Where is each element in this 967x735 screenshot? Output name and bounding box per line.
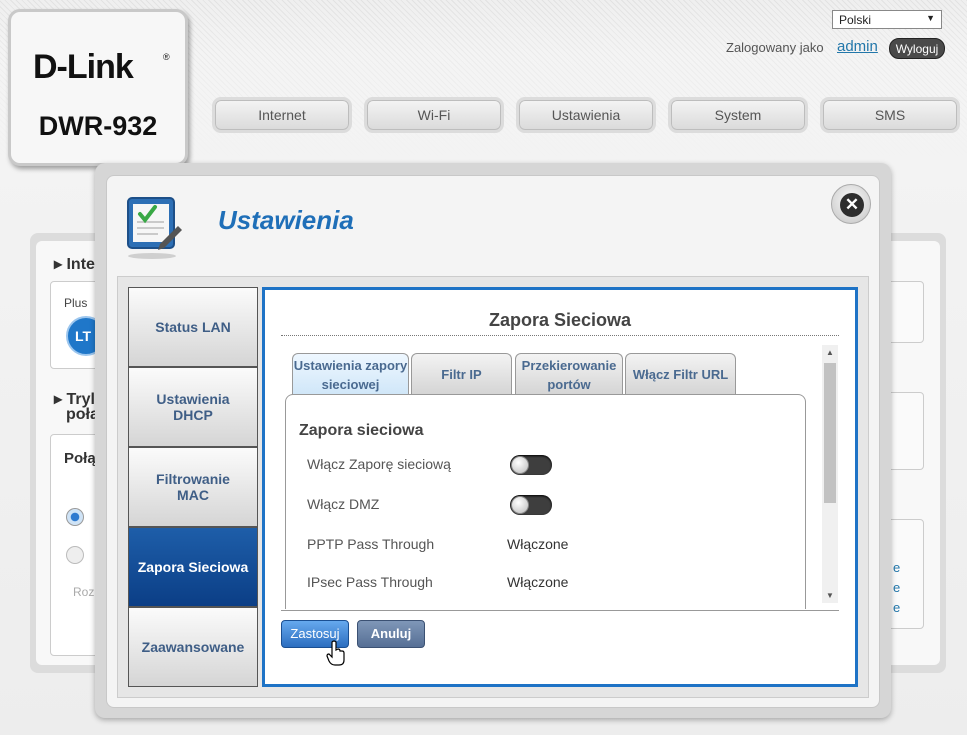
bg-radio <box>66 546 84 564</box>
bg-connect-label: Połą <box>64 450 96 467</box>
tab-firewall-settings[interactable]: Ustawienia zapory sieciowej <box>292 353 409 396</box>
tab-port-forwarding[interactable]: Przekierowanie portów <box>515 353 623 395</box>
bg-radio-selected <box>66 508 84 526</box>
pptp-label: PPTP Pass Through <box>307 536 435 552</box>
model-name: DWR-932 <box>38 111 158 141</box>
close-icon: ✕ <box>840 193 864 217</box>
nav-sms[interactable]: SMS <box>820 97 960 133</box>
scroll-down-icon[interactable]: ▼ <box>822 591 838 600</box>
settings-clipboard-icon <box>127 197 182 259</box>
cancel-button[interactable]: Anuluj <box>357 620 425 648</box>
dmz-enable-toggle[interactable] <box>510 495 552 515</box>
ipsec-label: IPsec Pass Through <box>307 574 433 590</box>
hand-cursor-icon <box>326 640 345 666</box>
bg-card-2 <box>50 434 100 656</box>
bg-right-links: eee <box>893 560 901 615</box>
sidebar-item-firewall[interactable]: Zapora Sieciowa <box>128 527 258 607</box>
dmz-enable-label: Włącz DMZ <box>307 496 380 512</box>
sidebar-item-advanced[interactable]: Zaawansowane <box>128 607 258 687</box>
bg-plus-label: Plus <box>64 296 88 310</box>
content-title: Zapora Sieciowa <box>488 310 632 330</box>
modal-title: Ustawienia <box>218 205 354 235</box>
section-title: Zapora sieciowa <box>299 422 424 439</box>
nav-internet[interactable]: Internet <box>212 97 352 133</box>
firewall-enable-label: Włącz Zaporę sieciową <box>307 456 451 472</box>
close-button[interactable]: ✕ <box>831 184 871 224</box>
pptp-value: Włączone <box>507 536 569 552</box>
footer-divider <box>281 610 839 611</box>
logout-button[interactable]: Wyloguj <box>889 38 945 59</box>
sidebar-item-status-lan[interactable]: Status LAN <box>128 287 258 367</box>
firewall-enable-toggle[interactable] <box>510 455 552 475</box>
nav-wifi[interactable]: Wi-Fi <box>364 97 504 133</box>
content-scrollbar[interactable]: ▲ ▼ <box>822 345 838 603</box>
registered-mark: ® <box>163 52 170 62</box>
brand-logo: D-Link <box>33 48 134 86</box>
nav-settings[interactable]: Ustawienia <box>516 97 656 133</box>
logo-panel: D-Link ® DWR-932 <box>8 9 188 166</box>
scroll-thumb[interactable] <box>824 363 836 503</box>
sidebar-item-mac-filter[interactable]: Filtrowanie MAC <box>128 447 258 527</box>
chevron-down-icon: ▼ <box>926 13 935 23</box>
bg-label: Roz <box>73 585 95 599</box>
scroll-up-icon[interactable]: ▲ <box>822 348 838 357</box>
ipsec-value: Włączone <box>507 574 569 590</box>
language-select[interactable]: Polski ▼ <box>832 10 942 29</box>
sidebar-item-dhcp[interactable]: Ustawienia DHCP <box>128 367 258 447</box>
title-divider <box>281 335 839 336</box>
bg-section-internet: ▸ Inte <box>54 256 95 273</box>
language-value: Polski <box>839 13 872 27</box>
tab-url-filter[interactable]: Włącz Filtr URL <box>625 353 736 395</box>
logged-in-label: Zalogowany jako <box>726 40 824 55</box>
tab-ip-filter[interactable]: Filtr IP <box>411 353 512 395</box>
user-link[interactable]: admin <box>837 38 878 55</box>
bg-section-mode-2: poła <box>66 406 99 423</box>
nav-system[interactable]: System <box>668 97 808 133</box>
